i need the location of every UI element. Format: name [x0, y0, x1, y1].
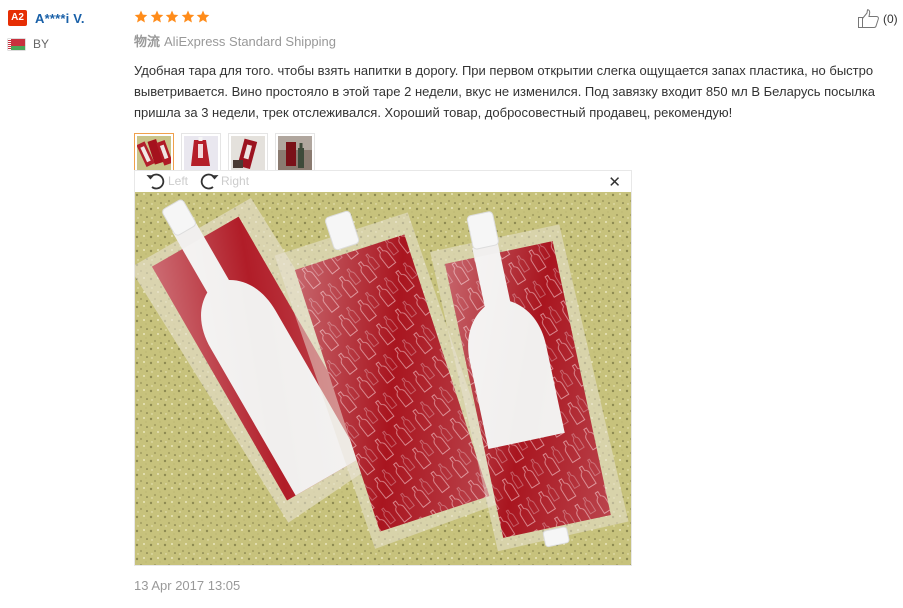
star-icon: [196, 10, 210, 23]
rotate-left-button[interactable]: Left: [145, 172, 188, 190]
belarus-flag-icon: [8, 38, 25, 50]
photo-thumbnail-bag-with-bottle-icon: [278, 136, 312, 170]
shipping-label: 物流: [134, 34, 161, 49]
reviewer-info: A2 A****i V. BY: [8, 9, 128, 52]
review-body: 物流 AliExpress Standard Shipping Удобная т…: [134, 8, 894, 180]
star-icon: [134, 10, 148, 23]
rotate-right-button[interactable]: Right: [198, 172, 249, 190]
review-date: 13 Apr 2017 13:05: [134, 578, 241, 593]
review-photo[interactable]: [135, 192, 631, 565]
photo-red-wine-bags-on-granite-icon: [135, 192, 631, 565]
star-icon: [181, 10, 194, 23]
reviewer-row: A2 A****i V.: [8, 9, 128, 27]
photo-thumbnail-1[interactable]: [134, 133, 174, 180]
level-badge: A2: [8, 10, 27, 26]
reviewer-name[interactable]: A****i V.: [35, 11, 85, 26]
photo-viewer: Left Right ✕: [134, 170, 632, 566]
rotate-right-icon: [200, 173, 219, 190]
country-code: BY: [33, 37, 50, 51]
photo-thumbnail-three-bags-icon: [137, 136, 171, 170]
star-icon: [165, 10, 179, 23]
rotate-left-icon: [146, 173, 165, 190]
reviewer-country: BY: [8, 36, 128, 52]
photo-thumbnail-4[interactable]: [275, 133, 315, 173]
shipping-info: 物流 AliExpress Standard Shipping: [134, 33, 894, 51]
photo-thumbnail-3[interactable]: [228, 133, 268, 173]
viewer-toolbar: Left Right ✕: [135, 171, 631, 191]
review-text: Удобная тара для того. чтобы взять напит…: [134, 63, 876, 120]
photo-thumbnails: [134, 133, 894, 180]
close-viewer-button[interactable]: ✕: [608, 173, 621, 191]
photo-thumbnail-2[interactable]: [181, 133, 221, 173]
photo-thumbnail-red-bag-icon: [184, 136, 218, 170]
rotate-right-label: Right: [221, 174, 250, 188]
star-rating: [134, 8, 894, 26]
star-icon: [150, 10, 163, 23]
photo-thumbnail-bag-angled-icon: [231, 136, 265, 170]
rotate-left-label: Left: [168, 174, 189, 188]
shipping-method: AliExpress Standard Shipping: [164, 34, 337, 49]
